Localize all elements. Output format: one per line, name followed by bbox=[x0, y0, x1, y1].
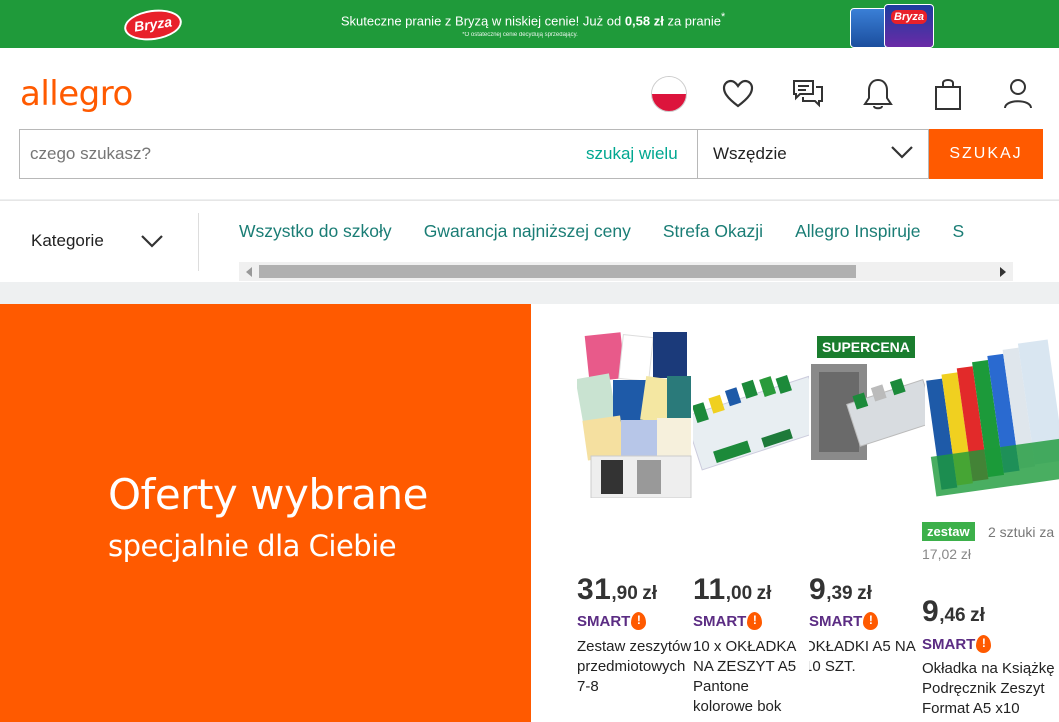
header: allegro szukaj wielu Wszędzie SZUKAJ bbox=[0, 48, 1059, 199]
chat-icon[interactable] bbox=[789, 75, 827, 113]
smart-pin-icon: ! bbox=[631, 612, 647, 630]
heart-icon[interactable] bbox=[719, 75, 757, 113]
old-price: 17,02 zł bbox=[922, 546, 972, 562]
offer-card[interactable]: 31,90 zł SMART! Zestaw zeszytów przedmio… bbox=[577, 304, 693, 722]
offer-card[interactable]: 11,00 zł SMART! 10 x OKŁADKA NA ZESZYT A… bbox=[693, 304, 809, 722]
set-badge: zestaw bbox=[922, 522, 975, 541]
hero-subtitle: specjalnie dla Ciebie bbox=[108, 529, 397, 563]
search-scope-select[interactable]: Wszędzie bbox=[697, 129, 929, 179]
offer-price: 9,46 zł bbox=[922, 595, 985, 628]
product-image bbox=[693, 328, 809, 498]
search-bar: szukaj wielu Wszędzie SZUKAJ bbox=[19, 129, 1043, 179]
smart-badge: SMART! bbox=[809, 612, 879, 630]
chevron-down-icon bbox=[890, 144, 914, 165]
scroll-left-icon[interactable] bbox=[246, 267, 252, 277]
nav-link-school[interactable]: Wszystko do szkoły bbox=[239, 221, 392, 242]
offer-title: Zestaw zeszytów przedmiotowych 7-8 bbox=[577, 638, 692, 695]
smart-badge: SMART! bbox=[922, 635, 992, 653]
bell-icon[interactable] bbox=[859, 75, 897, 113]
product-image bbox=[922, 328, 1059, 498]
offer-title: OKŁADKI A5 NA 10 SZT. bbox=[809, 638, 915, 675]
smart-pin-icon: ! bbox=[747, 612, 763, 630]
search-scope-value: Wszędzie bbox=[713, 144, 787, 163]
smart-badge: SMART! bbox=[577, 612, 647, 630]
smart-pin-icon: ! bbox=[976, 635, 992, 653]
scroll-right-icon[interactable] bbox=[1000, 267, 1006, 277]
offer-card[interactable]: zestaw 2 sztuki za 17,02 zł 9,46 zł SMAR… bbox=[922, 304, 1059, 722]
hero-title: Oferty wybrane bbox=[108, 470, 428, 519]
offers-hero: Oferty wybrane specjalnie dla Ciebie bbox=[0, 304, 531, 722]
smart-badge: SMART! bbox=[693, 612, 763, 630]
nav-link-inspires[interactable]: Allegro Inspiruje bbox=[795, 221, 920, 242]
scrollbar-thumb[interactable] bbox=[259, 265, 856, 278]
user-icon[interactable] bbox=[999, 75, 1037, 113]
nav-link-lowest-price[interactable]: Gwarancja najniższej ceny bbox=[424, 221, 631, 242]
category-nav: Kategorie Wszystko do szkoły Gwarancja na… bbox=[0, 200, 1059, 282]
search-input[interactable] bbox=[30, 130, 580, 178]
set-info: 2 sztuki za bbox=[988, 524, 1055, 540]
promo-banner[interactable]: Bryza Skuteczne pranie z Bryzą w niskiej… bbox=[0, 0, 1059, 48]
offer-title: 10 x OKŁADKA NA ZESZYT A5 Pantone koloro… bbox=[693, 638, 797, 715]
nav-divider bbox=[198, 213, 199, 271]
nav-scrollbar[interactable] bbox=[239, 262, 1013, 281]
offer-price: 31,90 zł bbox=[577, 573, 658, 606]
bag-icon[interactable] bbox=[929, 75, 967, 113]
chevron-down-icon[interactable] bbox=[140, 233, 164, 254]
offers-carousel: 31,90 zł SMART! Zestaw zeszytów przedmio… bbox=[531, 304, 1059, 722]
supercena-badge: SUPERCENA bbox=[817, 336, 915, 358]
allegro-logo[interactable]: allegro bbox=[20, 74, 133, 114]
offer-title: Okładka na Książkę Podręcznik Zeszyt For… bbox=[922, 660, 1055, 717]
smart-pin-icon: ! bbox=[863, 612, 879, 630]
promo-price: 0,58 zł bbox=[624, 13, 664, 29]
offer-card[interactable]: SUPERCENA 9,39 zł SMART! OKŁADKI A5 NA 1… bbox=[809, 304, 925, 722]
offer-price: 11,00 zł bbox=[693, 573, 772, 606]
search-multiple-link[interactable]: szukaj wielu bbox=[586, 130, 678, 178]
detergent-pack-image: Bryza bbox=[850, 2, 934, 48]
search-button[interactable]: SZUKAJ bbox=[929, 129, 1043, 179]
search-box: szukaj wielu bbox=[19, 129, 698, 179]
nav-link-more[interactable]: S bbox=[953, 221, 965, 242]
nav-link-deals[interactable]: Strefa Okazji bbox=[663, 221, 763, 242]
poland-flag-icon[interactable] bbox=[651, 76, 687, 112]
categories-button[interactable]: Kategorie bbox=[31, 231, 104, 251]
product-image bbox=[577, 328, 693, 498]
nav-links: Wszystko do szkoły Gwarancja najniższej c… bbox=[239, 221, 1014, 247]
offer-price: 9,39 zł bbox=[809, 573, 872, 606]
